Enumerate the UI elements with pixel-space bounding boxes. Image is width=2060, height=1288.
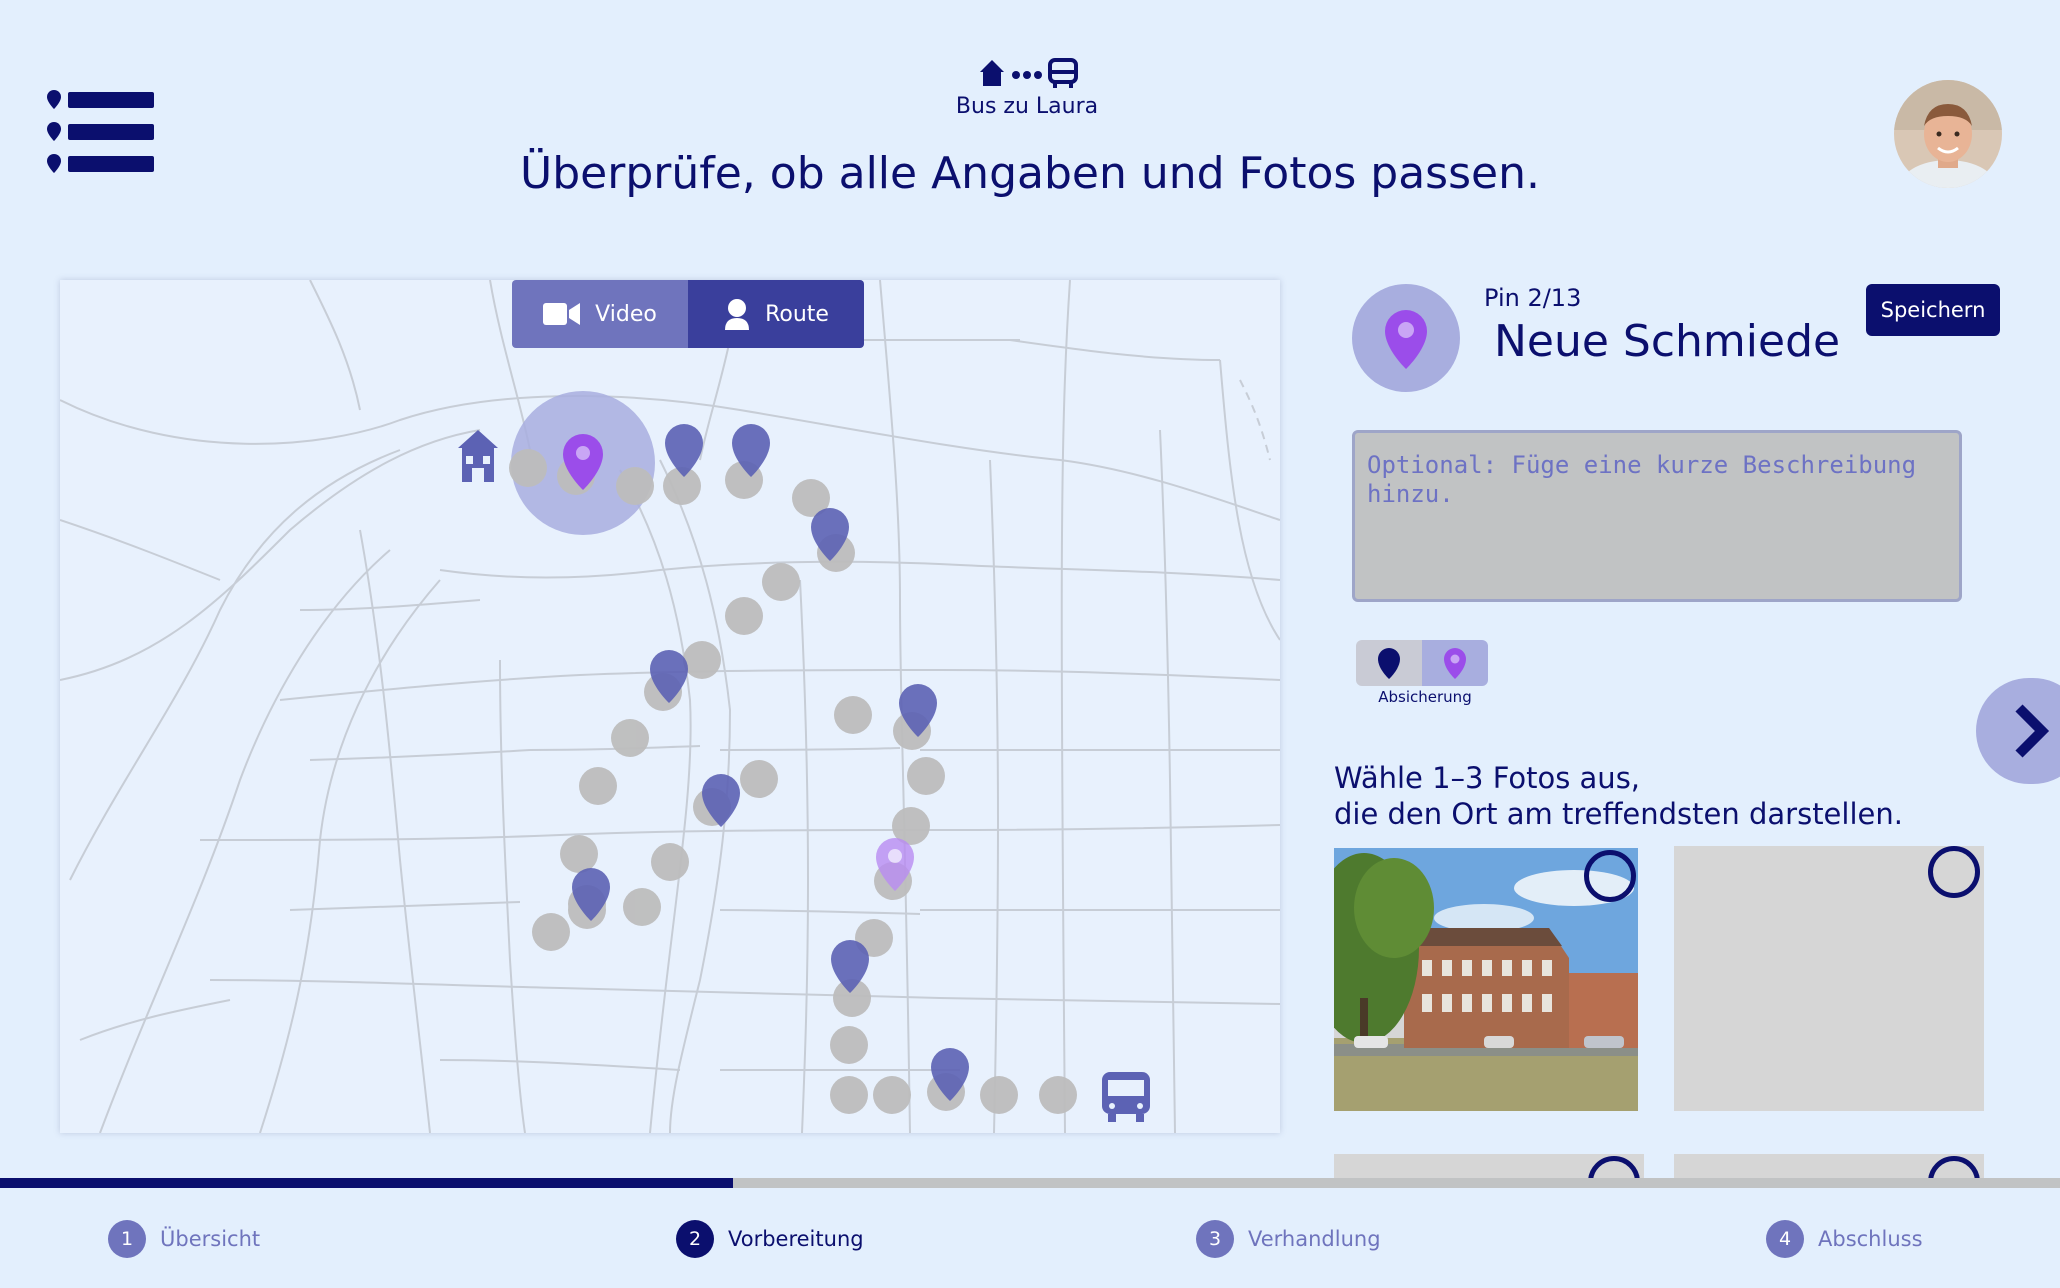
location-pin-icon [665, 424, 703, 477]
pin-type-standard-option[interactable] [1356, 640, 1422, 686]
pin-type-label: Absicherung [1378, 688, 1472, 706]
step-navigation [0, 1188, 2060, 1288]
pin-type-badge [1352, 284, 1460, 392]
route-pins [572, 424, 969, 1101]
video-icon [543, 303, 581, 325]
map-view-toggle: Video Route [512, 280, 864, 348]
photo-placeholder[interactable] [1674, 846, 1984, 1111]
route-glyph [978, 56, 1080, 90]
photo-placeholder[interactable] [1334, 1154, 1644, 1180]
home-icon [458, 430, 498, 482]
step-label: Übersicht [160, 1227, 261, 1251]
step-label: Abschluss [1818, 1227, 1923, 1251]
step-number: 4 [1766, 1220, 1804, 1258]
person-icon [725, 299, 750, 330]
bus-icon [1102, 1072, 1150, 1122]
photo-select-toggle[interactable] [1584, 850, 1636, 902]
step-number: 2 [676, 1220, 714, 1258]
route-tab-label: Route [765, 301, 829, 327]
step-uebersicht[interactable]: 1 Übersicht [108, 1220, 260, 1258]
save-button[interactable]: Speichern [1866, 284, 2000, 336]
video-tab-label: Video [595, 301, 657, 327]
step-verhandlung[interactable]: 3 Verhandlung [1196, 1220, 1381, 1258]
step-number: 1 [108, 1220, 146, 1258]
step-number: 3 [1196, 1220, 1234, 1258]
step-label: Vorbereitung [728, 1227, 864, 1251]
photo-select-toggle[interactable] [1928, 1156, 1980, 1180]
route-name: Bus zu Laura [955, 94, 1099, 119]
progress-fill [0, 1178, 734, 1188]
video-tab[interactable]: Video [512, 280, 688, 348]
photo-selection-hint: Wähle 1–3 Fotos aus, die den Ort am tref… [1334, 761, 1903, 831]
menu-button[interactable] [46, 90, 158, 176]
route-tab[interactable]: Route [688, 280, 864, 348]
menu-icon [47, 90, 154, 173]
description-input[interactable]: Optional: Füge eine kurze Beschreibung h… [1352, 430, 1962, 602]
step-vorbereitung[interactable]: 2 Vorbereitung [676, 1220, 864, 1258]
chevron-right-icon [2015, 704, 2050, 758]
step-label: Verhandlung [1248, 1227, 1381, 1251]
route-dots [509, 449, 1077, 1114]
photo-placeholder[interactable] [1674, 1154, 1984, 1180]
location-pin-icon [1444, 648, 1466, 679]
route-map[interactable] [60, 280, 1280, 1133]
home-icon [980, 60, 1004, 86]
location-pin-icon [1378, 648, 1400, 679]
next-button[interactable] [1976, 678, 2060, 784]
step-abschluss[interactable]: 4 Abschluss [1766, 1220, 1923, 1258]
pin-index: Pin 2/13 [1484, 284, 1582, 312]
photo-thumbnail[interactable] [1334, 848, 1638, 1111]
pin-name: Neue Schmiede [1494, 316, 1841, 367]
pin-type-safety-option[interactable] [1422, 640, 1488, 686]
location-pin-icon [1385, 310, 1427, 369]
dots-icon [1012, 71, 1042, 79]
pin-type-selector [1356, 640, 1488, 686]
bus-icon [1048, 58, 1078, 88]
user-avatar[interactable] [1894, 80, 2002, 188]
map-canvas[interactable] [60, 280, 1280, 1133]
photo-select-toggle[interactable] [1928, 846, 1980, 898]
photo-select-toggle[interactable] [1588, 1156, 1640, 1180]
page-title: Überprüfe, ob alle Angaben und Fotos pas… [520, 148, 1540, 199]
